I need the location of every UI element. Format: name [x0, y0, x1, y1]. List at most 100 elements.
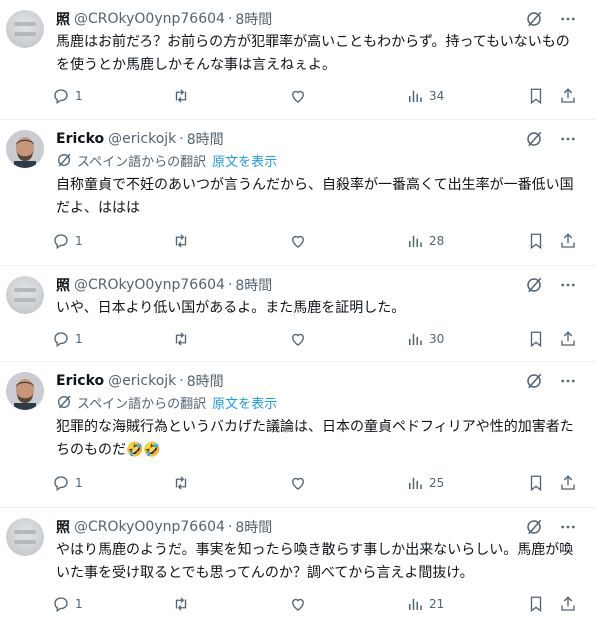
share-icon[interactable] — [558, 594, 578, 614]
grok-slash-icon[interactable] — [524, 129, 544, 149]
reply-thread: 照 @CROkyO0ynp76604 · 8時間 馬鹿はお前だろ？お前らの方が犯… — [0, 0, 596, 622]
grok-slash-icon[interactable] — [524, 9, 544, 29]
like-button[interactable] — [289, 232, 406, 250]
heart-icon — [292, 598, 304, 611]
author-name[interactable]: Ericko — [56, 373, 104, 389]
views-button[interactable]: 21 — [406, 595, 524, 613]
heart-icon — [292, 333, 304, 346]
post-header: 照 @CROkyO0ynp76604 · 8時間 — [56, 517, 272, 537]
post-header-actions — [524, 9, 578, 29]
share-icon[interactable] — [558, 86, 578, 106]
views-button[interactable]: 28 — [406, 232, 524, 250]
reply-button[interactable]: 1 — [52, 474, 172, 492]
grok-slash-icon[interactable] — [524, 275, 544, 295]
views-bar-icon — [409, 333, 422, 345]
post-time[interactable]: 8時間 — [235, 517, 272, 537]
bookmark-icon[interactable] — [526, 594, 546, 614]
more-dots-icon[interactable] — [558, 517, 578, 537]
like-button[interactable] — [289, 595, 406, 613]
post-actions: 1 28 — [52, 230, 578, 252]
post-text: いや、日本より低い国があるよ。また馬鹿を証明した。 — [56, 300, 406, 316]
heart-icon — [292, 477, 304, 490]
more-dots-icon[interactable] — [558, 129, 578, 149]
post[interactable]: 照 @CROkyO0ynp76604 · 8時間 やはり馬鹿のようだ。事実を知っ… — [0, 508, 596, 622]
post-time[interactable]: 8時間 — [187, 129, 224, 149]
more-dots-icon[interactable] — [558, 9, 578, 29]
like-button[interactable] — [289, 87, 406, 105]
post[interactable]: 照 @CROkyO0ynp76604 · 8時間 いや、日本より低い国があるよ。… — [0, 266, 596, 362]
reply-icon — [54, 234, 68, 250]
grok-slash-icon[interactable] — [524, 371, 544, 391]
grok-slash-icon[interactable] — [524, 517, 544, 537]
reply-icon — [54, 597, 68, 613]
share-icon[interactable] — [558, 329, 578, 349]
repost-icon — [175, 476, 187, 490]
reply-count: 1 — [75, 234, 83, 248]
reply-button[interactable]: 1 — [52, 595, 172, 613]
like-button[interactable] — [289, 330, 406, 348]
author-name[interactable]: 照 — [56, 9, 70, 29]
author-handle[interactable]: @CROkyO0ynp76604 — [74, 519, 225, 535]
share-icon[interactable] — [558, 231, 578, 251]
translation-note: スペイン語からの翻訳 原文を表示 — [56, 393, 277, 412]
author-handle[interactable]: @erickojk — [108, 131, 176, 147]
reply-count: 1 — [75, 476, 83, 490]
post[interactable]: Ericko @erickojk · 8時間 スペイン語からの翻訳 原文を表示 … — [0, 120, 596, 266]
reply-count: 1 — [75, 597, 83, 611]
repost-button[interactable] — [172, 330, 289, 348]
repost-button[interactable] — [172, 595, 289, 613]
show-original-link[interactable]: 原文を表示 — [212, 151, 277, 170]
views-button[interactable]: 30 — [406, 330, 524, 348]
more-dots-icon[interactable] — [558, 371, 578, 391]
bookmark-icon[interactable] — [526, 329, 546, 349]
author-name[interactable]: 照 — [56, 275, 70, 295]
view-count: 30 — [429, 332, 445, 346]
more-dots-icon[interactable] — [558, 275, 578, 295]
view-count: 34 — [429, 89, 445, 103]
repost-button[interactable] — [172, 232, 289, 250]
avatar[interactable] — [6, 518, 44, 556]
bookmark-icon[interactable] — [526, 231, 546, 251]
post-time[interactable]: 8時間 — [235, 9, 272, 29]
post-header: Ericko @erickojk · 8時間 — [56, 371, 224, 391]
author-name[interactable]: 照 — [56, 517, 70, 537]
separator-dot: · — [227, 519, 233, 535]
post-text: やはり馬鹿のようだ。事実を知ったら喚き散らす事しか出来ないらしい。馬鹿が喚いた事… — [56, 542, 574, 581]
share-icon[interactable] — [558, 473, 578, 493]
post-header-actions — [524, 275, 578, 295]
post-time[interactable]: 8時間 — [235, 275, 272, 295]
reply-button[interactable]: 1 — [52, 87, 172, 105]
repost-button[interactable] — [172, 87, 289, 105]
post-time[interactable]: 8時間 — [187, 371, 224, 391]
post[interactable]: Ericko @erickojk · 8時間 スペイン語からの翻訳 原文を表示 … — [0, 362, 596, 508]
translation-note: スペイン語からの翻訳 原文を表示 — [56, 151, 277, 170]
avatar[interactable] — [6, 130, 44, 168]
bookmark-icon[interactable] — [526, 86, 546, 106]
reply-icon — [54, 332, 68, 348]
view-count: 21 — [429, 597, 445, 611]
reply-button[interactable]: 1 — [52, 232, 172, 250]
avatar[interactable] — [6, 372, 44, 410]
author-handle[interactable]: @CROkyO0ynp76604 — [74, 277, 225, 293]
avatar[interactable] — [6, 276, 44, 314]
repost-button[interactable] — [172, 474, 289, 492]
post-header: Ericko @erickojk · 8時間 — [56, 129, 224, 149]
separator-dot: · — [227, 11, 233, 27]
views-button[interactable]: 34 — [406, 87, 524, 105]
views-bar-icon — [409, 477, 422, 489]
show-original-link[interactable]: 原文を表示 — [212, 393, 277, 412]
views-bar-icon — [409, 598, 422, 610]
reply-button[interactable]: 1 — [52, 330, 172, 348]
bookmark-icon[interactable] — [526, 473, 546, 493]
author-handle[interactable]: @CROkyO0ynp76604 — [74, 11, 225, 27]
author-name[interactable]: Ericko — [56, 131, 104, 147]
author-handle[interactable]: @erickojk — [108, 373, 176, 389]
views-button[interactable]: 25 — [406, 474, 524, 492]
avatar[interactable] — [6, 10, 44, 48]
reply-count: 1 — [75, 89, 83, 103]
like-button[interactable] — [289, 474, 406, 492]
post-header-actions — [524, 517, 578, 537]
view-count: 28 — [429, 234, 445, 248]
repost-icon — [175, 332, 187, 346]
post[interactable]: 照 @CROkyO0ynp76604 · 8時間 馬鹿はお前だろ？お前らの方が犯… — [0, 0, 596, 120]
